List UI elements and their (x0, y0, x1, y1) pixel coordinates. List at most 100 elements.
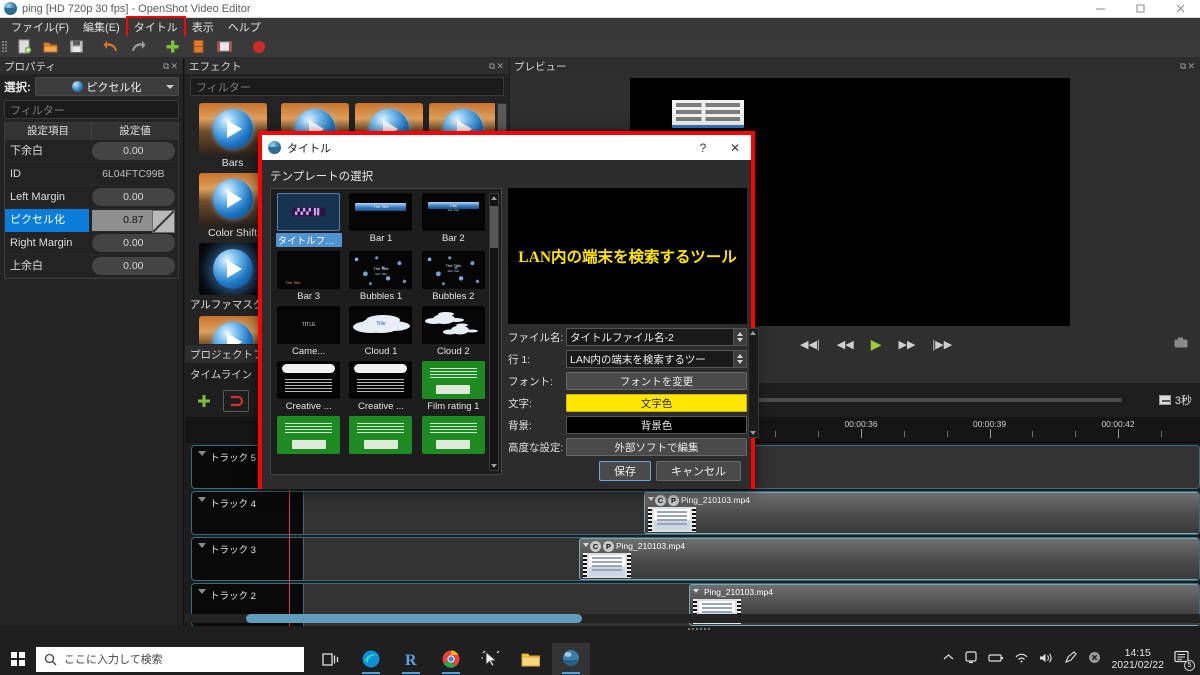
jump-start-button[interactable]: ◀◀| (800, 338, 820, 351)
property-value[interactable]: 0.87 (91, 209, 176, 233)
track-lane[interactable]: C P Ping_210103.mp4 (304, 492, 1199, 534)
chevron-down-icon[interactable] (198, 589, 206, 594)
search-input[interactable]: ここに入力して検索 (36, 646, 304, 672)
record-icon[interactable] (247, 37, 271, 57)
clip-badge-c[interactable]: C (655, 495, 666, 506)
export-video-icon[interactable] (212, 37, 236, 57)
menu-item-4[interactable]: ヘルプ (221, 17, 268, 37)
template-item[interactable] (420, 416, 487, 456)
new-project-icon[interactable] (12, 37, 36, 57)
fast-forward-button[interactable]: ▶▶ (898, 338, 915, 351)
property-row[interactable]: 上余白 0.00 (5, 255, 178, 278)
scroll-down-icon[interactable] (491, 464, 497, 468)
start-button[interactable] (0, 643, 36, 675)
template-item[interactable]: Title Cloud 1 (347, 306, 414, 357)
form-scroll-up-icon[interactable] (750, 331, 756, 335)
template-item[interactable]: Cloud 2 (420, 306, 487, 357)
openshot-icon[interactable] (552, 643, 590, 675)
template-item[interactable]: TITLE Came... (275, 306, 342, 357)
save-button[interactable]: 保存 (599, 461, 651, 481)
dialog-close-button[interactable]: ✕ (719, 135, 751, 160)
timeline-resize-grip[interactable] (688, 626, 710, 632)
form-button[interactable]: 外部ソフトで編集 (566, 438, 747, 456)
cancel-button[interactable]: キャンセル (656, 461, 741, 481)
add-marker-icon[interactable] (186, 37, 210, 57)
template-item[interactable]: The Title Sub Title Bubbles 2 (420, 251, 487, 302)
volume-icon[interactable] (1039, 652, 1054, 667)
property-row[interactable]: Right Margin 0.00 (5, 232, 178, 255)
chevron-down-icon[interactable] (198, 497, 206, 502)
cursor-app-icon[interactable] (472, 643, 510, 675)
template-item[interactable] (347, 416, 414, 456)
chevron-down-icon[interactable] (198, 451, 206, 456)
wifi-icon[interactable] (1014, 652, 1029, 666)
undo-icon[interactable] (99, 37, 123, 57)
play-button[interactable]: ▶ (871, 336, 882, 353)
template-item[interactable] (275, 416, 342, 456)
save-project-icon[interactable] (64, 37, 88, 57)
panel-dock-buttons[interactable]: ⧉✕ (163, 61, 179, 72)
timeline-hscrollbar-thumb[interactable] (246, 614, 582, 623)
import-files-icon[interactable] (160, 37, 184, 57)
template-item[interactable]: ▞▞▞▐▌ タイトルファイ... (275, 193, 342, 247)
property-row[interactable]: 下余白 0.00 (5, 140, 178, 163)
add-track-icon[interactable] (191, 390, 217, 412)
jump-end-button[interactable]: |▶▶ (932, 338, 952, 351)
chevron-down-icon[interactable] (198, 543, 206, 548)
track-header[interactable]: トラック 4 (192, 492, 304, 534)
property-value[interactable]: 0.00 (91, 142, 175, 160)
chrome-icon[interactable] (432, 643, 470, 675)
task-view-icon[interactable] (312, 643, 350, 675)
pen-icon[interactable] (1064, 651, 1078, 667)
properties-filter-input[interactable]: フィルター (4, 100, 179, 119)
dialog-help-button[interactable]: ? (687, 135, 719, 160)
form-scroll-down-icon[interactable] (750, 431, 756, 435)
template-item[interactable]: Film rating 1 (420, 361, 487, 412)
property-value[interactable]: 6L04FTC99B (92, 165, 175, 183)
tray-expand-icon[interactable] (943, 653, 954, 665)
clock[interactable]: 14:15 2021/02/22 (1111, 647, 1164, 671)
form-spinner[interactable] (734, 350, 747, 368)
menu-item-0[interactable]: ファイル(F) (4, 17, 76, 37)
minimize-button[interactable] (1080, 0, 1120, 18)
form-spinner[interactable] (734, 328, 747, 346)
form-button[interactable]: 背景色 (566, 416, 747, 434)
chevron-down-icon[interactable] (648, 497, 654, 501)
property-value[interactable]: 0.00 (91, 257, 175, 275)
rstudio-icon[interactable]: R (392, 643, 430, 675)
scroll-up-icon[interactable] (491, 196, 497, 200)
close-button[interactable] (1160, 0, 1200, 18)
redo-icon[interactable] (125, 37, 149, 57)
open-project-icon[interactable] (38, 37, 62, 57)
property-value[interactable]: 0.00 (91, 188, 175, 206)
timeline-track[interactable]: トラック 4 C P Ping_210103.mp4 (191, 491, 1200, 535)
clip-badge-p[interactable]: P (668, 495, 679, 506)
snap-toggle-icon[interactable] (223, 390, 249, 412)
properties-select-combo[interactable]: ピクセル化 (34, 77, 179, 96)
notification-center-icon[interactable]: 5 (1174, 650, 1195, 671)
form-button[interactable]: フォントを変更 (566, 372, 747, 390)
timeline-track[interactable]: トラック 3 C P Ping_210103.mp4 (191, 537, 1200, 581)
form-input[interactable]: LAN内の端末を検索するツー (566, 350, 734, 368)
template-item[interactable]: The Title Bar 1 (347, 193, 414, 247)
template-item[interactable]: The Title Bar 3 (275, 251, 342, 302)
chevron-down-icon[interactable] (583, 543, 589, 547)
effects-dock-buttons[interactable]: ⧉✕ (489, 61, 505, 72)
form-input[interactable]: タイトルファイル名-2 (566, 328, 734, 346)
chevron-down-icon[interactable] (693, 589, 699, 593)
maximize-button[interactable] (1120, 0, 1160, 18)
form-scrollbar[interactable] (748, 328, 759, 438)
template-item[interactable]: Creative ... (275, 361, 342, 412)
onedrive-icon[interactable] (964, 651, 978, 667)
property-row[interactable]: ピクセル化 0.87 (5, 208, 178, 233)
track-header[interactable]: トラック 3 (192, 538, 304, 580)
clip-badge-c[interactable]: C (590, 541, 601, 552)
template-item[interactable]: Title Sub Title Bar 2 (420, 193, 487, 247)
property-value[interactable]: 0.00 (91, 234, 175, 252)
snapshot-button[interactable] (1174, 335, 1188, 353)
toolbar-grip[interactable] (2, 39, 8, 55)
effects-filter-input[interactable]: フィルター (190, 77, 504, 96)
property-row[interactable]: ID 6L04FTC99B (5, 163, 178, 186)
menu-item-3[interactable]: 表示 (185, 17, 221, 37)
property-row[interactable]: Left Margin 0.00 (5, 186, 178, 209)
